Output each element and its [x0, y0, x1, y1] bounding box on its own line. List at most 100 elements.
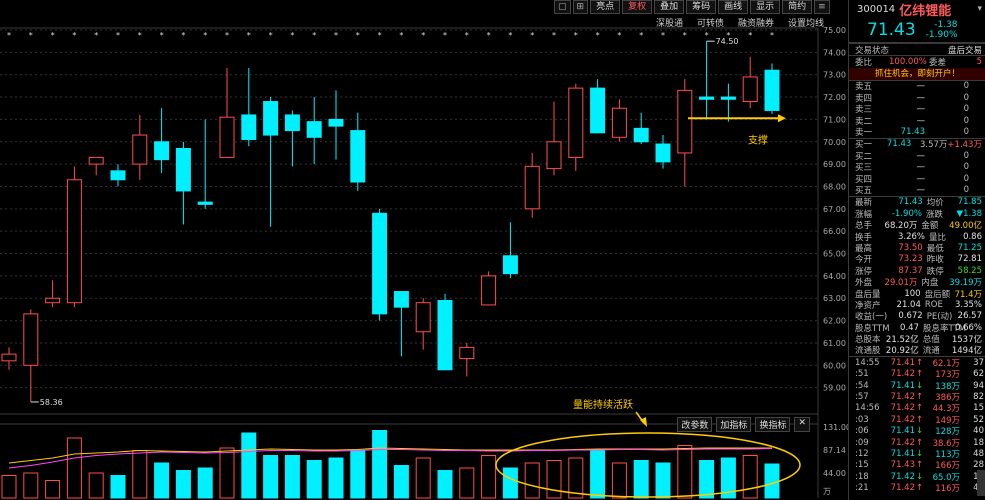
- stat-label: 总值: [922, 335, 940, 346]
- order-label: 卖三: [855, 105, 873, 116]
- window-icon[interactable]: ▢: [554, 0, 571, 14]
- event-marker: *: [94, 31, 98, 40]
- tick-row: :51 71.42 ↑ 173万 62: [849, 369, 985, 380]
- tick-price: 71.41: [890, 448, 915, 459]
- tick-volume: 65.0万: [932, 472, 960, 483]
- y-tick-label: 59.00: [823, 384, 846, 393]
- promo-banner[interactable]: 抓住机会，即刻开户！: [849, 67, 985, 81]
- candle-body: [590, 87, 606, 134]
- tick-row: :2171.42↑116万47: [849, 482, 985, 494]
- volume-bar: [350, 450, 366, 499]
- subtool-margin[interactable]: 融资融券: [738, 16, 774, 29]
- stat-label: 流通股: [855, 346, 881, 357]
- toolbar-btn-simple[interactable]: 简约: [782, 0, 813, 14]
- tick-time: :57: [855, 392, 869, 403]
- candle-body: [742, 76, 758, 103]
- subtool-convertible[interactable]: 可转债: [697, 16, 724, 29]
- tick-count: 28: [973, 460, 984, 471]
- candle-body: [481, 275, 497, 306]
- tick-volume: 62.1万: [932, 358, 960, 369]
- order-book-row: 买四 — 0: [849, 173, 985, 185]
- candle-body: [677, 89, 693, 154]
- stat-value: 100: [904, 288, 921, 299]
- subtool-ma-settings[interactable]: 设置均线: [788, 16, 824, 29]
- tick-volume: 149万: [935, 415, 960, 426]
- candle-body: [23, 313, 39, 366]
- candle-body: [546, 141, 562, 170]
- weicha-value: 5: [976, 57, 982, 68]
- order-label: 买三: [855, 163, 873, 174]
- volume-btn-params[interactable]: 改参数: [677, 417, 713, 432]
- tick-price: 71.42: [890, 483, 915, 494]
- volume-btn-add[interactable]: 加指标: [716, 417, 752, 432]
- event-marker: *: [203, 31, 207, 40]
- event-marker: *: [661, 31, 665, 40]
- tick-row: :15 71.43 ↑ 166万 28: [849, 460, 985, 471]
- event-marker: *: [399, 31, 403, 40]
- up-arrow-icon: ↑: [915, 357, 924, 368]
- order-vol: 0: [963, 150, 969, 161]
- y-tick-label: 74.00: [823, 48, 846, 57]
- stat-value: 3.35%: [954, 299, 982, 310]
- candle-body: [110, 170, 126, 181]
- stat-value: 0.86: [963, 231, 982, 242]
- event-marker: *: [552, 31, 556, 40]
- volume-bar: [154, 462, 170, 499]
- toolbar-btn-overlay[interactable]: 叠加: [654, 0, 685, 14]
- price-box: 71.43 -1.38 -1.90%: [849, 18, 985, 43]
- order-label: 卖五: [855, 82, 873, 93]
- order-price: —: [916, 150, 926, 161]
- order-book-row: 买一 71.43 3.57万 +1.43万: [849, 137, 985, 150]
- stat-value: 20.92亿: [885, 346, 919, 357]
- y-tick-label: 69.00: [823, 160, 846, 169]
- down-arrow-icon: ↓: [915, 426, 924, 437]
- stat-label: 涨跌: [925, 209, 943, 220]
- event-marker: *: [748, 31, 752, 40]
- stat-label: 内盘: [921, 278, 939, 289]
- candle-body: [45, 297, 61, 304]
- tick-time: :12: [855, 448, 869, 459]
- volume-btn-switch[interactable]: 换指标: [755, 417, 791, 432]
- tick-row: :12 71.41 ↓ 113万 48: [849, 448, 985, 460]
- tick-row: :1871.42↓65.0万15: [849, 471, 985, 483]
- event-marker: *: [269, 31, 273, 40]
- order-book-row: 买五 — 0: [849, 184, 985, 196]
- toolbar-btn-display[interactable]: 显示: [750, 0, 781, 14]
- tick-volume: 173万: [935, 370, 960, 381]
- tick-count: 62: [973, 369, 984, 380]
- menu-icon[interactable]: ≡: [814, 0, 830, 14]
- toolbar-btn-chips[interactable]: 筹码: [686, 0, 717, 14]
- tick-volume: 38.6万: [932, 438, 960, 449]
- volume-tick-label: 87.14: [823, 446, 846, 455]
- close-icon[interactable]: ✕: [794, 417, 810, 432]
- y-tick-label: 65.00: [823, 250, 846, 259]
- event-marker: *: [181, 31, 185, 40]
- volume-bar: [132, 450, 148, 499]
- scrollbar[interactable]: [977, 470, 985, 496]
- chart-subtoolbar: 深股通 可转债 融资融券 设置均线: [642, 16, 824, 29]
- order-label: 卖一: [855, 128, 873, 139]
- event-marker: *: [290, 31, 294, 40]
- volume-bar: [611, 462, 627, 499]
- toolbar-btn-rights[interactable]: 复权: [622, 0, 653, 14]
- volume-tick-label: 131.00: [823, 423, 848, 432]
- expand-arrow-icon[interactable]: ▾: [977, 4, 982, 14]
- volume-bar: [590, 450, 606, 499]
- kline-chart[interactable]: 75.00 74.00 73.00 72.00 71.00 70.00 69.00 68.00…: [0, 0, 848, 500]
- stat-value: 0.672: [898, 311, 923, 322]
- stat-value: 49.00亿: [949, 221, 982, 232]
- order-book-row: 卖二 — 0: [849, 115, 985, 127]
- tick-price: 71.42: [890, 369, 915, 380]
- toolbar-btn-highlight[interactable]: 亮点: [590, 0, 621, 14]
- subtool-hk-connect[interactable]: 深股通: [656, 16, 683, 29]
- order-book-row: 买三 — 0: [849, 162, 985, 173]
- toolbar-btn-draw[interactable]: 画线: [718, 0, 749, 14]
- tick-count: 52: [973, 414, 984, 425]
- volume-bar: [524, 462, 540, 499]
- candle-body: [699, 96, 715, 100]
- grid-icon[interactable]: ⊞: [572, 0, 589, 14]
- up-arrow-icon: ↑: [915, 414, 924, 425]
- stat-value: 3.26%: [897, 231, 925, 242]
- volume-bar: [742, 455, 758, 499]
- candle-body: [284, 114, 300, 132]
